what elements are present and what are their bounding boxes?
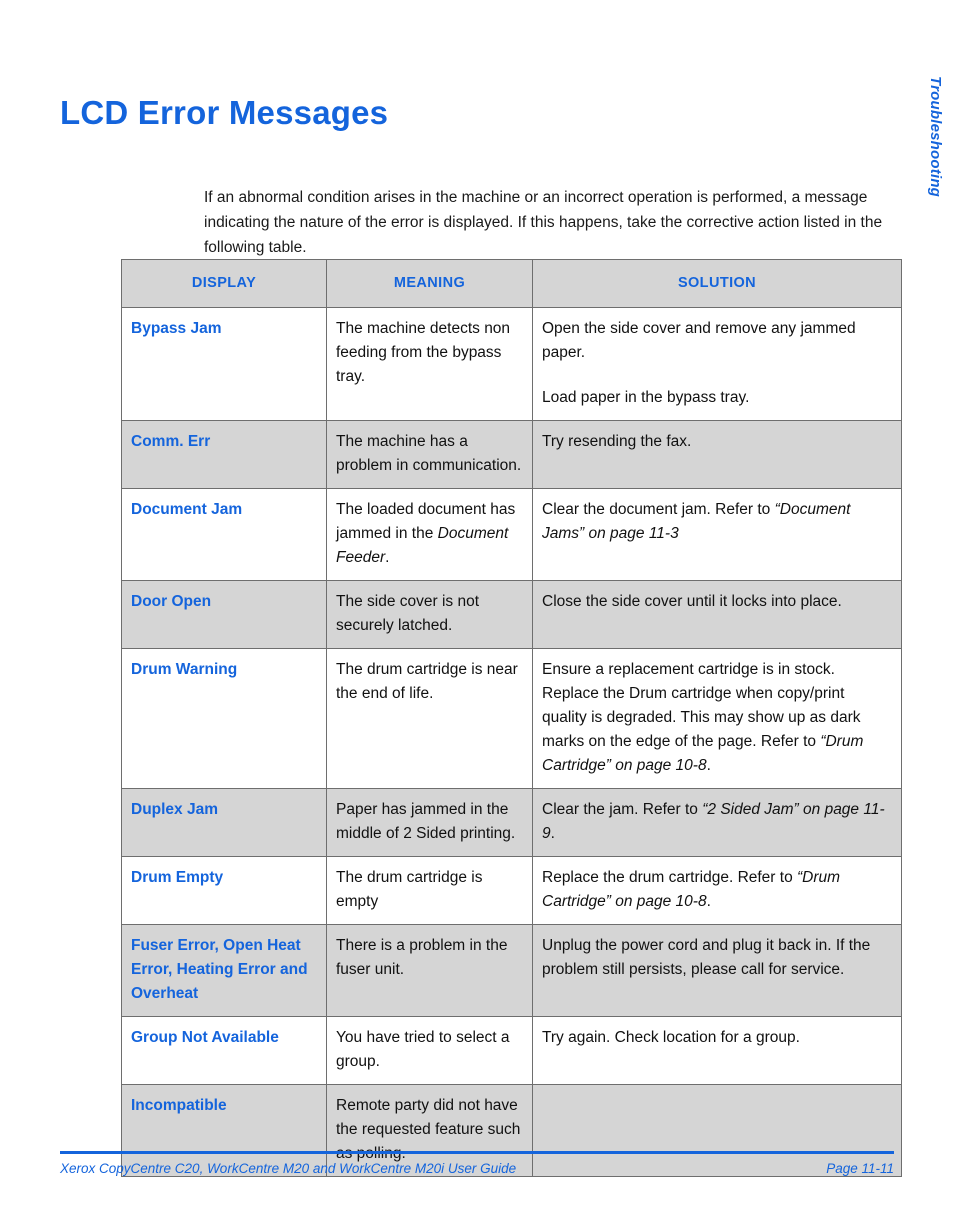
table-row: Duplex Jam Paper has jammed in the middle…	[121, 788, 902, 857]
cell-paragraph: Unplug the power cord and plug it back i…	[542, 934, 892, 982]
cell-solution: Clear the jam. Refer to “2 Sided Jam” on…	[532, 788, 902, 857]
body-text: The machine has a problem in communicati…	[336, 433, 522, 474]
cell-display-message: Comm. Err	[121, 420, 327, 489]
error-messages-table: DISPLAY MEANING SOLUTION Bypass Jam The m…	[121, 259, 902, 1177]
cell-paragraph: Clear the jam. Refer to “2 Sided Jam” on…	[542, 798, 892, 846]
footer-page-number: Page 11-11	[826, 1161, 894, 1176]
body-text: The drum cartridge is near the end of li…	[336, 661, 518, 702]
body-text: Ensure a replacement cartridge is in sto…	[542, 661, 861, 750]
table-row: Fuser Error, Open Heat Error, Heating Er…	[121, 924, 902, 1017]
table-row: Bypass Jam The machine detects non feedin…	[121, 307, 902, 421]
body-text: Replace the drum cartridge. Refer to	[542, 869, 798, 886]
cell-solution: Close the side cover until it locks into…	[532, 580, 902, 649]
cell-paragraph: Replace the drum cartridge. Refer to “Dr…	[542, 866, 892, 914]
column-header-display: DISPLAY	[121, 259, 327, 308]
body-text: .	[706, 893, 711, 910]
body-text: Paper has jammed in the middle of 2 Side…	[336, 801, 516, 842]
body-text: .	[706, 757, 711, 774]
cell-meaning: There is a problem in the fuser unit.	[326, 924, 533, 1017]
cell-display-message: Door Open	[121, 580, 327, 649]
body-text: Clear the document jam. Refer to	[542, 501, 775, 518]
cell-meaning: The machine has a problem in communicati…	[326, 420, 533, 489]
body-text: The side cover is not securely latched.	[336, 593, 480, 634]
cell-solution: Unplug the power cord and plug it back i…	[532, 924, 902, 1017]
cell-paragraph: Load paper in the bypass tray.	[542, 386, 892, 410]
table-header: DISPLAY MEANING SOLUTION	[121, 259, 902, 308]
body-text: .	[550, 825, 555, 842]
cell-meaning: You have tried to select a group.	[326, 1016, 533, 1085]
body-text: The machine detects non feeding from the…	[336, 320, 511, 385]
cell-paragraph: Try again. Check location for a group.	[542, 1026, 892, 1050]
body-text: Try again. Check location for a group.	[542, 1029, 800, 1046]
cell-paragraph: Close the side cover until it locks into…	[542, 590, 892, 614]
body-text: .	[385, 549, 390, 566]
cell-meaning: Paper has jammed in the middle of 2 Side…	[326, 788, 533, 857]
body-text: Try resending the fax.	[542, 433, 692, 450]
body-text: You have tried to select a group.	[336, 1029, 510, 1070]
body-text: Clear the jam. Refer to	[542, 801, 703, 818]
cell-paragraph: The loaded document has jammed in the Do…	[336, 498, 523, 570]
cell-solution: Ensure a replacement cartridge is in sto…	[532, 648, 902, 789]
cell-display-message: Group Not Available	[121, 1016, 327, 1085]
error-messages-table-wrapper: DISPLAY MEANING SOLUTION Bypass Jam The m…	[121, 259, 902, 1177]
table-row: Door Open The side cover is not securely …	[121, 580, 902, 649]
table-row: Comm. Err The machine has a problem in co…	[121, 420, 902, 489]
cell-meaning: The side cover is not securely latched.	[326, 580, 533, 649]
table-header-row: DISPLAY MEANING SOLUTION	[121, 259, 902, 308]
table-row: Group Not Available You have tried to sel…	[121, 1016, 902, 1085]
cell-paragraph: There is a problem in the fuser unit.	[336, 934, 523, 982]
column-header-meaning: MEANING	[326, 259, 533, 308]
cell-solution: Try resending the fax.	[532, 420, 902, 489]
body-text: Open the side cover and remove any jamme…	[542, 320, 856, 361]
cell-paragraph: Paper has jammed in the middle of 2 Side…	[336, 798, 523, 846]
chapter-side-tab-label: Troubleshooting	[927, 76, 944, 198]
cell-paragraph: Clear the document jam. Refer to “Docume…	[542, 498, 892, 546]
cell-meaning: The drum cartridge is near the end of li…	[326, 648, 533, 789]
cell-paragraph: Ensure a replacement cartridge is in sto…	[542, 658, 892, 778]
cell-meaning: The machine detects non feeding from the…	[326, 307, 533, 421]
table-body: Bypass Jam The machine detects non feedin…	[121, 307, 902, 1177]
cell-display-message: Document Jam	[121, 488, 327, 581]
cell-display-message: Drum Warning	[121, 648, 327, 789]
cell-paragraph: You have tried to select a group.	[336, 1026, 523, 1074]
cell-paragraph: Remote party did not have the requested …	[336, 1094, 523, 1166]
cell-paragraph: The drum cartridge is empty	[336, 866, 523, 914]
cell-paragraph: Try resending the fax.	[542, 430, 892, 454]
cell-paragraph: The drum cartridge is near the end of li…	[336, 658, 523, 706]
body-text: There is a problem in the fuser unit.	[336, 937, 508, 978]
body-text: Close the side cover until it locks into…	[542, 593, 842, 610]
cell-paragraph: Open the side cover and remove any jamme…	[542, 317, 892, 365]
cell-display-message: Drum Empty	[121, 856, 327, 925]
cell-solution: Open the side cover and remove any jamme…	[532, 307, 902, 421]
body-text: The drum cartridge is empty	[336, 869, 483, 910]
table-row: Drum Empty The drum cartridge is empty Rep…	[121, 856, 902, 925]
cell-paragraph: The machine has a problem in communicati…	[336, 430, 523, 478]
footer-guide-title: Xerox CopyCentre C20, WorkCentre M20 and…	[60, 1161, 517, 1176]
cell-solution: Try again. Check location for a group.	[532, 1016, 902, 1085]
cell-display-message: Bypass Jam	[121, 307, 327, 421]
table-row: Document Jam The loaded document has jamm…	[121, 488, 902, 581]
cell-display-message: Duplex Jam	[121, 788, 327, 857]
cell-display-message: Fuser Error, Open Heat Error, Heating Er…	[121, 924, 327, 1017]
cell-meaning: The loaded document has jammed in the Do…	[326, 488, 533, 581]
cell-solution: Replace the drum cartridge. Refer to “Dr…	[532, 856, 902, 925]
body-text: Load paper in the bypass tray.	[542, 389, 750, 406]
page-title: LCD Error Messages	[60, 94, 389, 132]
column-header-solution: SOLUTION	[532, 259, 902, 308]
cell-paragraph: The side cover is not securely latched.	[336, 590, 523, 638]
cell-paragraph: The machine detects non feeding from the…	[336, 317, 523, 389]
footer-divider	[60, 1151, 894, 1154]
cell-solution: Clear the document jam. Refer to “Docume…	[532, 488, 902, 581]
table-row: Drum Warning The drum cartridge is near t…	[121, 648, 902, 789]
document-page: LCD Error Messages Troubleshooting If an…	[0, 0, 954, 1227]
body-text: Unplug the power cord and plug it back i…	[542, 937, 871, 978]
chapter-side-tab: Troubleshooting	[922, 76, 946, 236]
intro-paragraph: If an abnormal condition arises in the m…	[204, 188, 883, 256]
cell-meaning: The drum cartridge is empty	[326, 856, 533, 925]
